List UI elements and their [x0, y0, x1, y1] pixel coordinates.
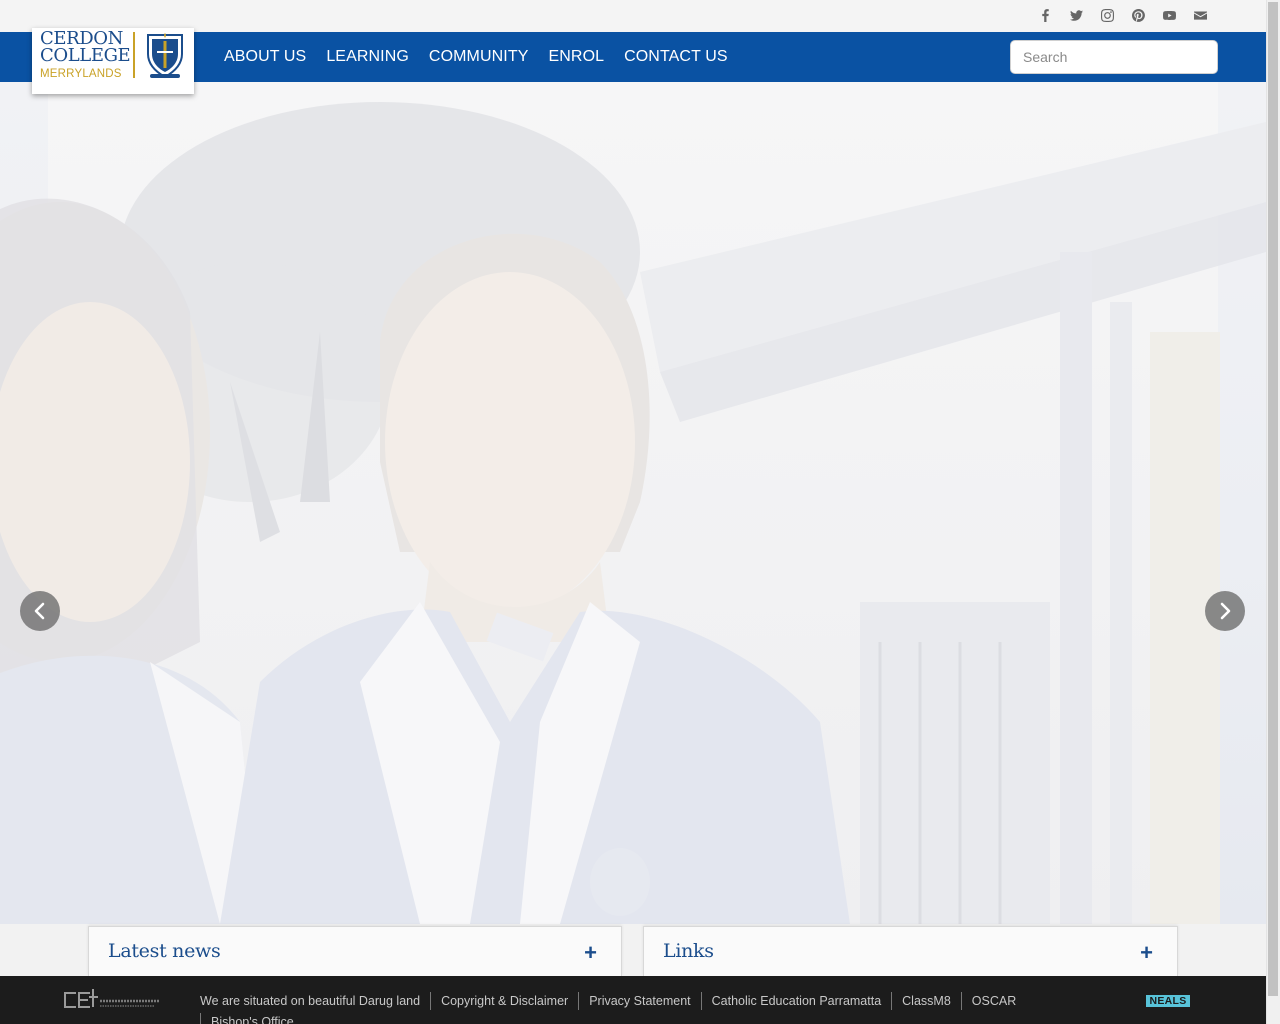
hero-photo — [0, 102, 1266, 924]
latest-news-title: Latest news — [108, 940, 221, 962]
social-links — [1030, 5, 1216, 25]
nav-learning[interactable]: LEARNING — [316, 48, 419, 66]
twitter-icon[interactable] — [1061, 5, 1092, 25]
school-crest-icon — [147, 33, 183, 79]
links-title: Links — [663, 940, 714, 962]
carousel-next-button[interactable] — [1205, 591, 1245, 631]
nav-enrol[interactable]: ENROL — [538, 48, 614, 66]
latest-news-expand-button[interactable]: + — [584, 941, 597, 965]
hero-carousel — [0, 82, 1266, 924]
logo-wordmark: CERDON COLLEGE MERRYLANDS — [40, 30, 131, 83]
main-nav: ABOUT US LEARNING COMMUNITY ENROL CONTAC… — [214, 32, 738, 82]
school-logo[interactable]: CERDON COLLEGE MERRYLANDS — [32, 28, 194, 94]
nav-about-us[interactable]: ABOUT US — [214, 48, 316, 66]
footer-acknowledgement: We are situated on beautiful Darug land — [200, 994, 421, 1008]
footer-link-privacy[interactable]: Privacy Statement — [578, 992, 700, 1010]
chevron-right-icon — [1220, 602, 1231, 620]
footer-link-bishops-office[interactable]: Bishop's Office — [200, 1013, 304, 1024]
site-footer: We are situated on beautiful Darug land … — [0, 976, 1266, 1024]
facebook-icon[interactable] — [1030, 5, 1061, 25]
links-expand-button[interactable]: + — [1140, 941, 1153, 965]
chevron-left-icon — [34, 602, 45, 620]
email-icon[interactable] — [1185, 5, 1216, 25]
logo-divider — [133, 32, 135, 78]
search-input[interactable] — [1010, 40, 1218, 74]
links-panel[interactable]: Links + — [643, 926, 1178, 976]
nav-community[interactable]: COMMUNITY — [419, 48, 539, 66]
logo-line-merrylands: MERRYLANDS — [40, 68, 122, 80]
youtube-icon[interactable] — [1154, 5, 1185, 25]
pinterest-icon[interactable] — [1123, 5, 1154, 25]
catholic-education-logo[interactable] — [62, 987, 162, 1013]
instagram-icon[interactable] — [1092, 5, 1123, 25]
logo-line-college: COLLEGE — [40, 45, 131, 66]
footer-link-catholic-education[interactable]: Catholic Education Parramatta — [700, 992, 892, 1010]
neals-logo[interactable]: NEALS — [1146, 995, 1190, 1007]
nav-contact-us[interactable]: CONTACT US — [614, 48, 738, 66]
footer-link-classm8[interactable]: ClassM8 — [891, 992, 961, 1010]
footer-links: We are situated on beautiful Darug land … — [200, 992, 1040, 1024]
page-scrollbar-thumb[interactable] — [1268, 2, 1278, 996]
latest-news-panel[interactable]: Latest news + — [88, 926, 622, 976]
footer-link-oscar[interactable]: OSCAR — [960, 992, 1026, 1010]
carousel-prev-button[interactable] — [20, 591, 60, 631]
footer-link-copyright[interactable]: Copyright & Disclaimer — [430, 992, 578, 1010]
